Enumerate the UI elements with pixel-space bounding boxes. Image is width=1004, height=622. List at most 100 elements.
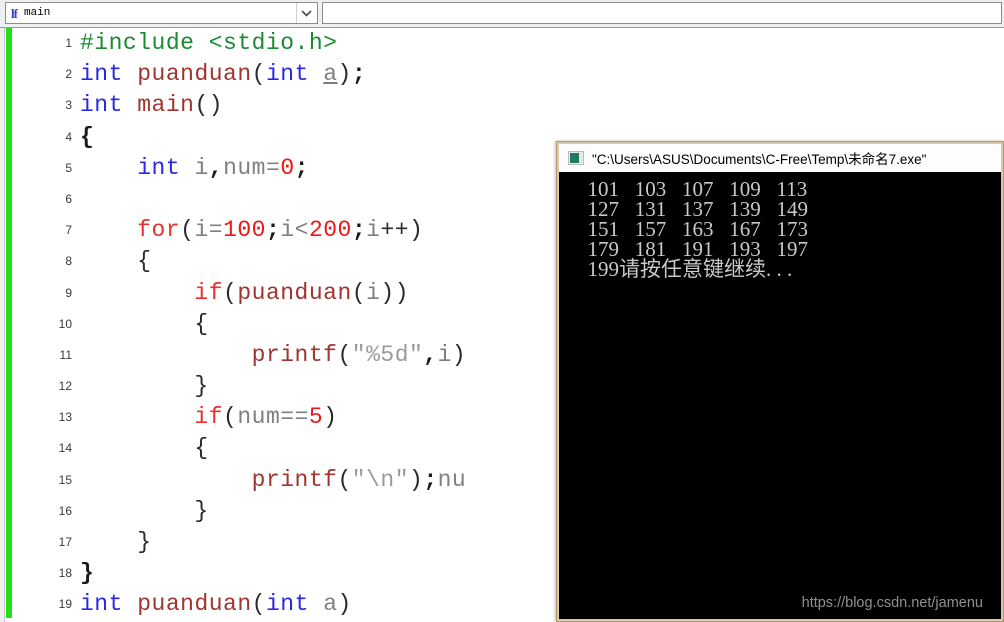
code-line[interactable]: 2 int puanduan(int a); bbox=[14, 59, 1004, 90]
line-number: 15 bbox=[58, 472, 72, 487]
code-token: for bbox=[137, 217, 181, 244]
line-number: 9 bbox=[65, 285, 72, 300]
code-token: ; bbox=[423, 466, 438, 493]
code-token: { bbox=[194, 310, 209, 337]
code-line-text: int puanduan(int a) bbox=[80, 589, 352, 620]
code-line-text: #include <stdio.h> bbox=[80, 28, 337, 59]
console-output-line: 179 181 191 193 197 bbox=[577, 237, 809, 261]
code-token: , bbox=[423, 341, 438, 368]
code-line-text: printf("\n");nu bbox=[80, 465, 466, 496]
code-token: i bbox=[194, 217, 209, 244]
line-number: 17 bbox=[58, 535, 72, 549]
code-token: if bbox=[194, 404, 224, 431]
code-token: )) bbox=[380, 279, 409, 306]
code-token: int bbox=[137, 154, 181, 181]
scope-combobox-value: main bbox=[23, 7, 51, 19]
code-token: i bbox=[280, 217, 295, 244]
code-token: i bbox=[437, 341, 452, 368]
code-token: int bbox=[80, 591, 123, 618]
application-window: lf main 1 #include <stdio.h> 2 int puanduan… bbox=[0, 0, 1004, 622]
console-titlebar[interactable]: "C:\Users\ASUS\Documents\C-Free\Temp\未命名… bbox=[559, 144, 1001, 172]
code-token: num bbox=[237, 404, 281, 431]
code-token: main bbox=[137, 92, 195, 119]
code-token: num bbox=[223, 154, 266, 181]
code-token: 100 bbox=[223, 217, 266, 244]
line-number: 14 bbox=[58, 441, 72, 456]
code-line[interactable]: 1 #include <stdio.h> bbox=[14, 28, 1004, 59]
line-number: 4 bbox=[65, 129, 72, 144]
line-number: 1 bbox=[65, 36, 72, 50]
code-line[interactable]: 3 int main() bbox=[14, 90, 1004, 121]
code-token: { bbox=[194, 435, 209, 462]
code-token: int bbox=[265, 61, 309, 88]
code-token: ) bbox=[337, 591, 352, 618]
code-line-text: if(puanduan(i)) bbox=[80, 278, 409, 309]
code-token: } bbox=[137, 529, 152, 555]
code-token: } bbox=[194, 373, 209, 400]
line-number: 6 bbox=[65, 191, 72, 206]
code-token: ( bbox=[337, 466, 352, 493]
line-number: 19 bbox=[58, 597, 72, 612]
code-token: ( bbox=[223, 279, 238, 306]
code-token: ) bbox=[409, 466, 424, 493]
code-token: ( bbox=[223, 404, 238, 431]
code-token: = bbox=[208, 217, 224, 244]
code-line-text: } bbox=[80, 527, 152, 558]
code-token: 5 bbox=[308, 404, 324, 431]
console-title-text: "C:\Users\ASUS\Documents\C-Free\Temp\未命名… bbox=[592, 152, 927, 167]
code-token: int bbox=[80, 92, 123, 119]
secondary-combobox[interactable] bbox=[322, 2, 1002, 24]
code-token: if bbox=[194, 279, 224, 306]
line-number: 12 bbox=[58, 379, 72, 394]
line-number: 16 bbox=[58, 503, 72, 518]
code-token: ) bbox=[337, 61, 352, 88]
code-token: < bbox=[294, 217, 309, 244]
code-line-text: { bbox=[80, 246, 152, 277]
code-line-text: { bbox=[80, 433, 209, 464]
code-token: printf bbox=[251, 466, 338, 493]
code-line-text: { bbox=[80, 122, 94, 153]
code-token: "\n" bbox=[351, 466, 409, 493]
code-token: puanduan bbox=[237, 279, 352, 306]
code-line-text: printf("%5d",i) bbox=[80, 340, 466, 371]
code-token: ; bbox=[294, 154, 309, 181]
change-indicator-bar bbox=[6, 28, 12, 618]
code-token: , bbox=[208, 154, 224, 181]
line-number: 2 bbox=[65, 67, 72, 82]
line-number: 8 bbox=[65, 254, 72, 269]
code-token: 0 bbox=[280, 154, 295, 181]
console-output-area[interactable]: 101 103 107 109 113 127 131 137 139 149 … bbox=[559, 172, 1001, 619]
code-token: () bbox=[194, 92, 224, 119]
code-token: ; bbox=[351, 61, 367, 88]
code-token: #include <stdio.h> bbox=[80, 30, 338, 56]
code-token: 200 bbox=[308, 217, 352, 244]
chevron-down-icon[interactable] bbox=[296, 3, 316, 23]
scope-combobox[interactable]: lf main bbox=[5, 2, 318, 24]
line-number: 11 bbox=[59, 347, 72, 362]
code-token: ) bbox=[323, 404, 338, 431]
code-token: printf bbox=[251, 341, 338, 368]
code-token: ; bbox=[266, 217, 281, 244]
console-window[interactable]: "C:\Users\ASUS\Documents\C-Free\Temp\未命名… bbox=[556, 141, 1004, 622]
code-token: ( bbox=[251, 591, 266, 618]
code-token: == bbox=[280, 404, 309, 431]
code-line-text: } bbox=[80, 496, 209, 527]
watermark-text: https://blog.csdn.net/jamenu bbox=[801, 595, 983, 611]
code-line-text: { bbox=[80, 309, 209, 340]
line-number: 18 bbox=[58, 566, 72, 581]
code-line-text: int main() bbox=[80, 90, 223, 121]
code-token: nu bbox=[437, 466, 467, 493]
code-token: a bbox=[323, 61, 338, 88]
code-token: i bbox=[194, 154, 209, 181]
